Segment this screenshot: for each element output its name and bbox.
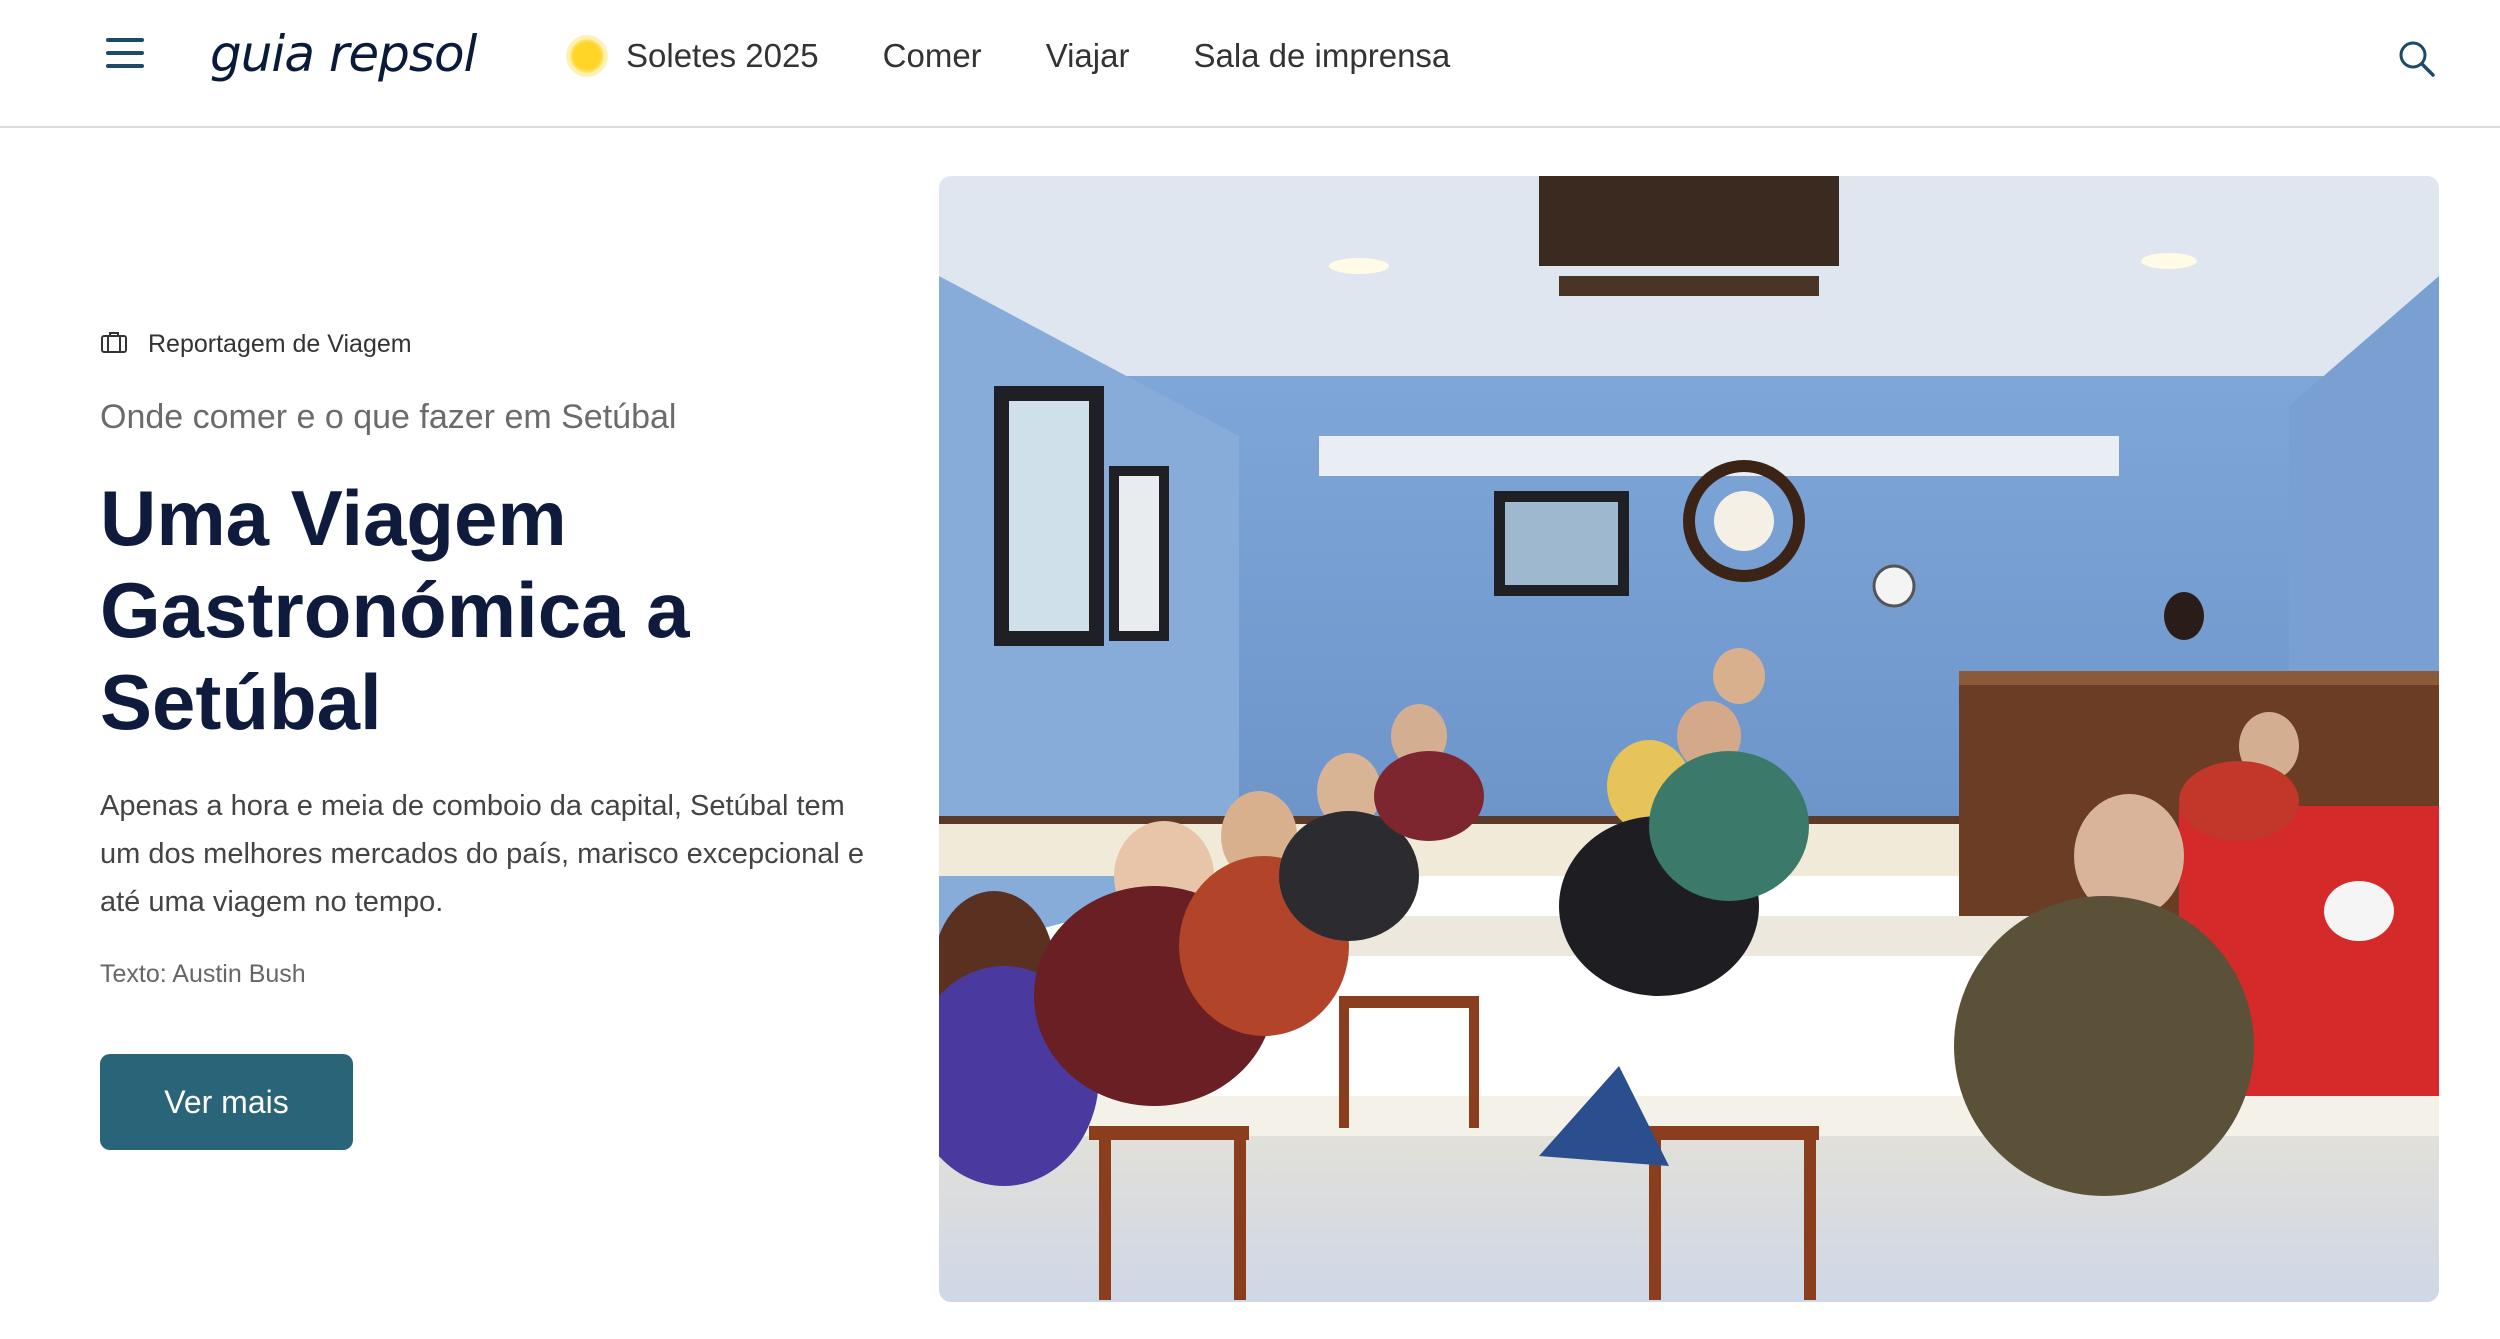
hero-photo-restaurant-interior xyxy=(939,176,2439,1302)
ver-mais-button[interactable]: Ver mais xyxy=(100,1054,353,1150)
article-category-label: Reportagem de Viagem xyxy=(148,330,412,358)
article-title: Uma Viagem Gastronómica a Setúbal xyxy=(100,474,690,746)
article-author: Texto: Austin Bush xyxy=(100,960,306,988)
top-navigation-bar: guia repsol Soletes 2025 Comer Viajar Sa… xyxy=(0,0,2500,128)
main-nav: Soletes 2025 Comer Viajar Sala de impren… xyxy=(570,28,1514,84)
article-lede: Apenas a hora e meia de comboio da capit… xyxy=(100,790,865,918)
article-category: Reportagem de Viagem xyxy=(100,330,412,359)
suitcase-icon xyxy=(100,330,128,359)
sun-icon xyxy=(570,39,604,73)
nav-item-soletes-label: Soletes 2025 xyxy=(626,37,819,74)
search-icon[interactable] xyxy=(2396,38,2436,78)
nav-item-soletes[interactable]: Soletes 2025 xyxy=(570,37,819,75)
nav-item-sala-de-imprensa[interactable]: Sala de imprensa xyxy=(1193,37,1450,75)
hamburger-menu-icon[interactable] xyxy=(106,38,144,72)
nav-item-viajar[interactable]: Viajar xyxy=(1046,37,1130,75)
nav-item-comer[interactable]: Comer xyxy=(883,37,982,75)
article-kicker: Onde comer e o que fazer em Setúbal xyxy=(100,398,677,436)
guia-repsol-logo[interactable]: guia repsol xyxy=(210,22,477,86)
